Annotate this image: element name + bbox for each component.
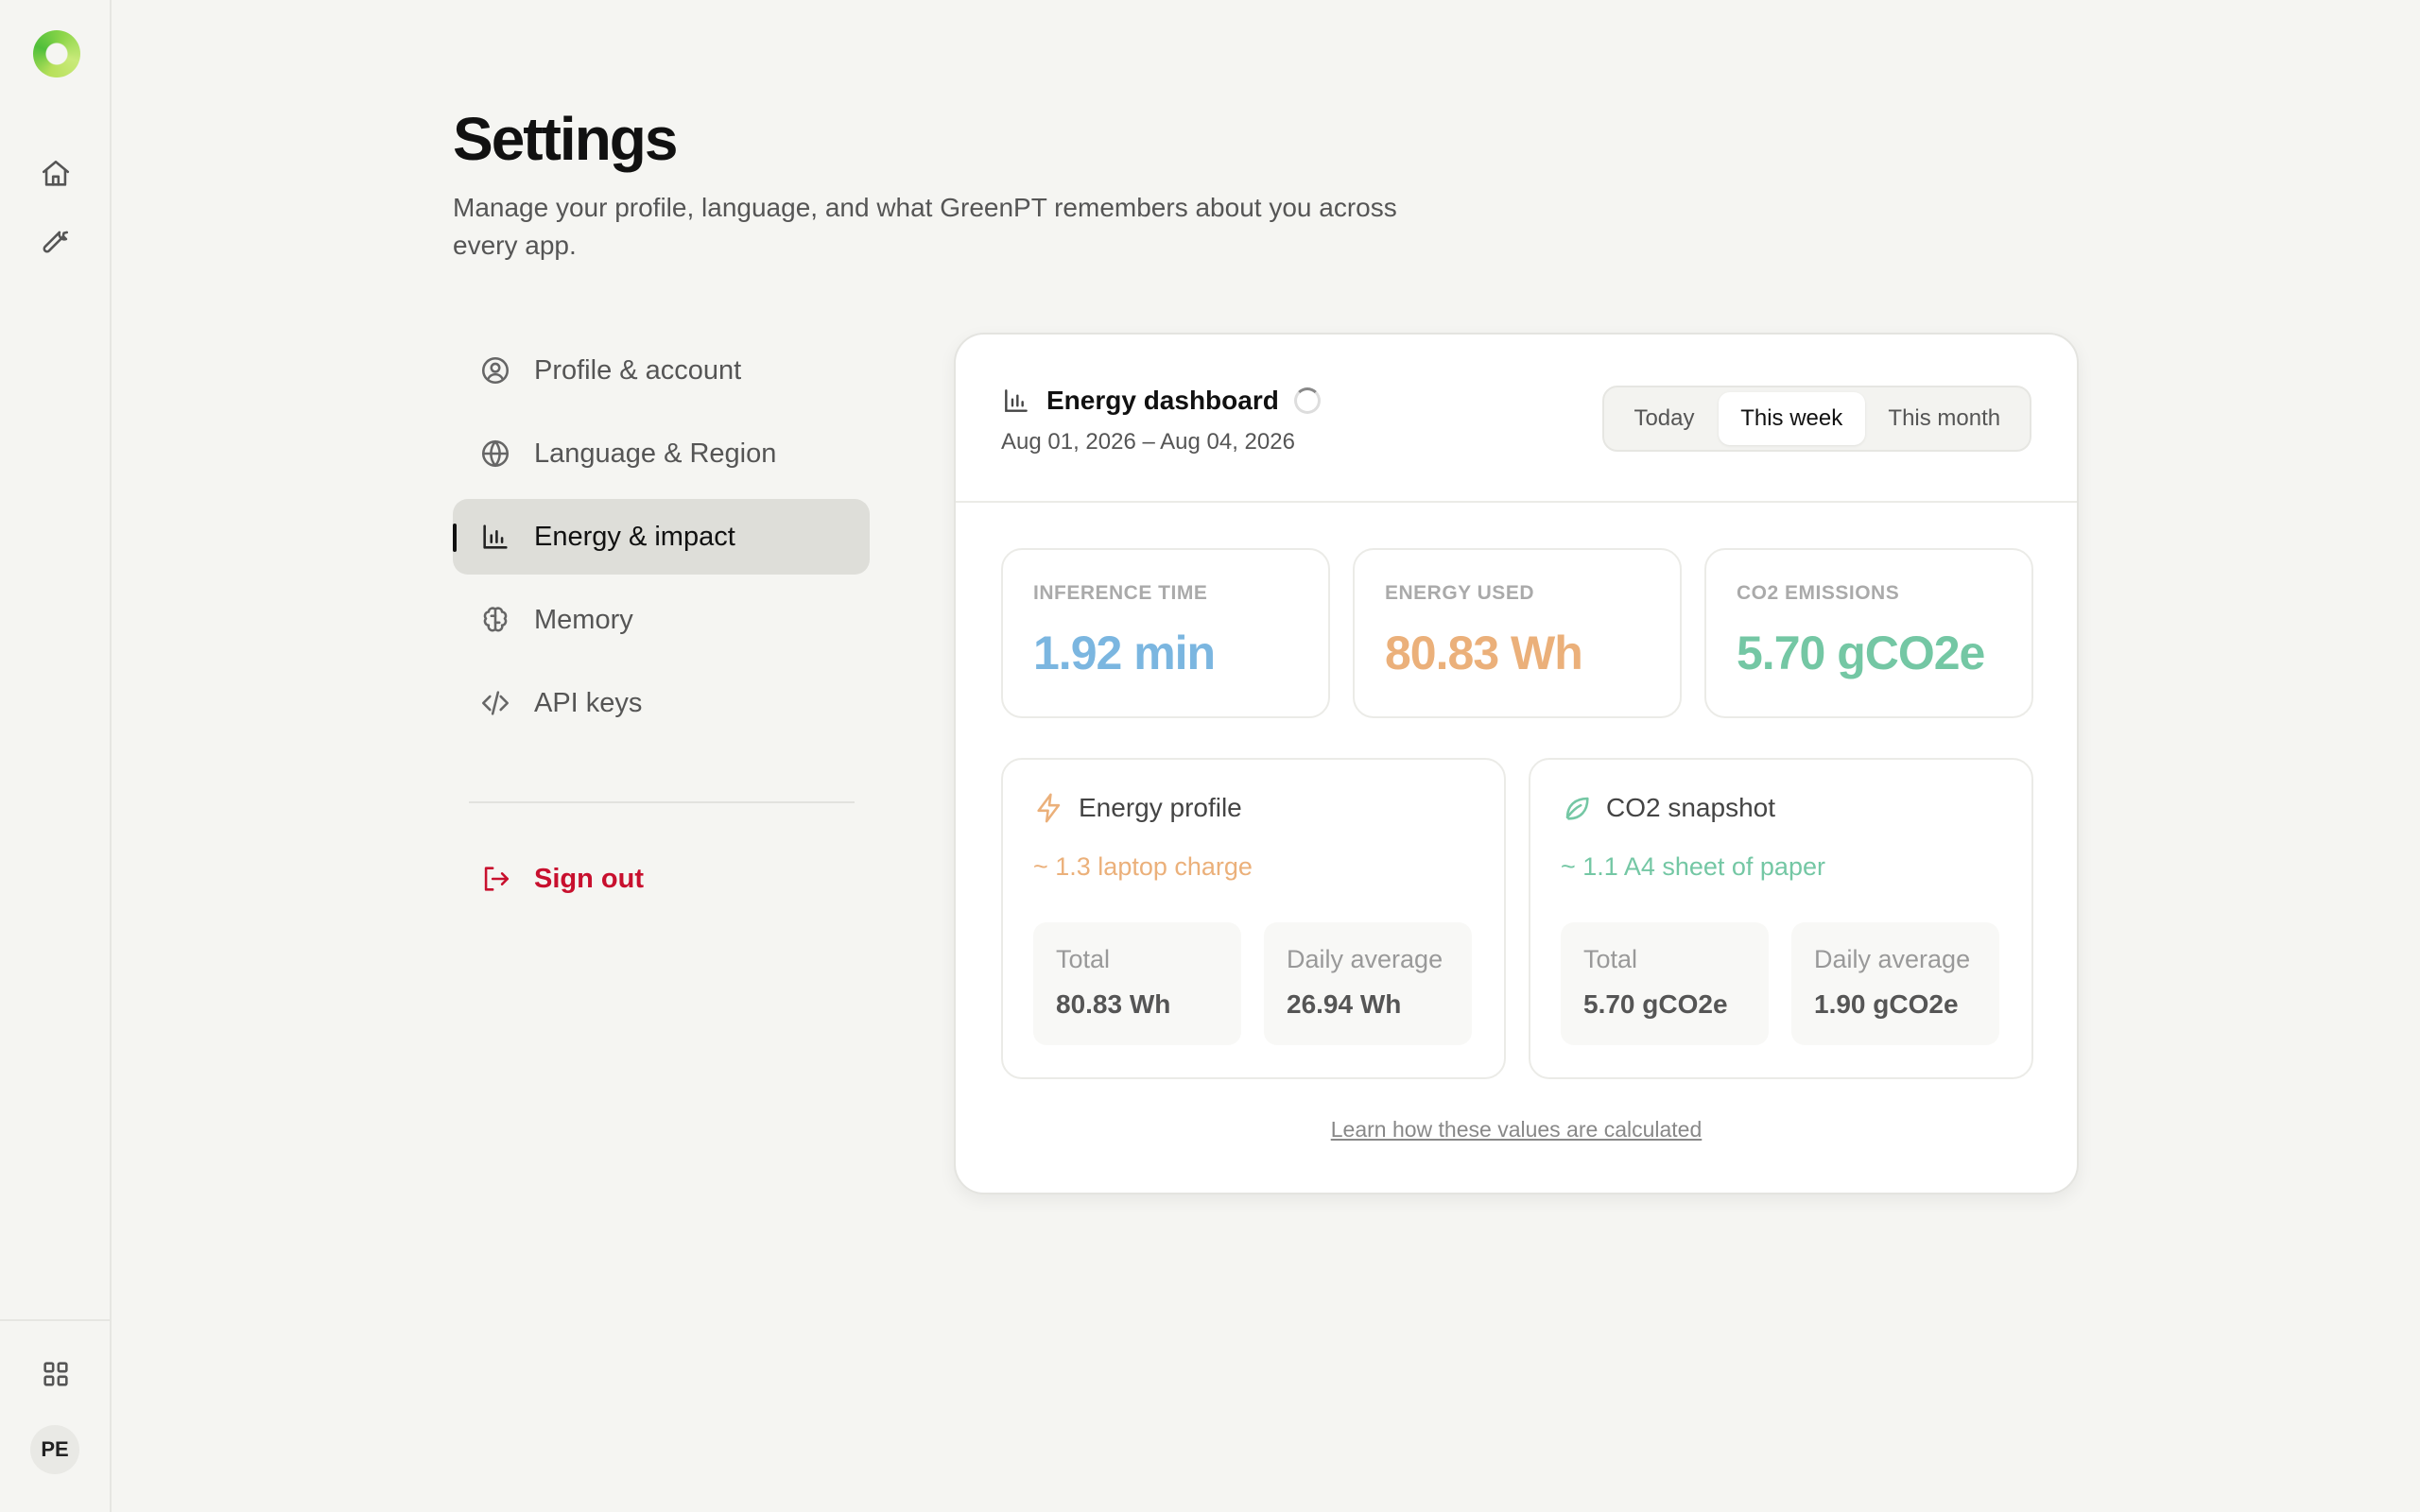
nav-item-label: API keys — [534, 687, 643, 718]
co2-total: Total 5.70 gCO2e — [1561, 922, 1769, 1045]
period-this-month-button[interactable]: This month — [1865, 392, 2024, 445]
co2-equivalent: ~ 1.1 A4 sheet of paper — [1561, 852, 1825, 881]
stat-label: CO2 EMISSIONS — [1737, 582, 1900, 604]
brain-icon — [483, 607, 508, 632]
stat-inference-time: INFERENCE TIME 1.92 min — [1001, 548, 1330, 718]
period-today-button[interactable]: Today — [1610, 392, 1719, 445]
nav-item-profile[interactable]: Profile & account — [453, 333, 870, 408]
stat-cards: INFERENCE TIME 1.92 min ENERGY USED 80.8… — [1001, 548, 2033, 718]
leaf-icon — [1565, 797, 1589, 820]
stat-energy-used: ENERGY USED 80.83 Wh — [1353, 548, 1682, 718]
globe-icon — [481, 439, 510, 468]
nav-item-label: Memory — [534, 604, 633, 635]
mini-value: 1.90 gCO2e — [1814, 989, 1959, 1019]
avatar[interactable]: PE — [30, 1425, 79, 1474]
wrench-icon[interactable] — [37, 221, 75, 259]
nav-item-energy[interactable]: Energy & impact — [453, 499, 870, 575]
period-this-week-button[interactable]: This week — [1718, 392, 1865, 445]
stat-label: ENERGY USED — [1385, 582, 1534, 604]
period-selector: Today This week This month — [1602, 386, 2031, 452]
bar-chart-icon — [483, 524, 508, 549]
date-range: Aug 01, 2026 – Aug 04, 2026 — [1001, 429, 1295, 455]
mini-label: Daily average — [1287, 945, 1443, 973]
mini-value: 26.94 Wh — [1287, 989, 1402, 1019]
energy-daily-average: Daily average 26.94 Wh — [1264, 922, 1472, 1045]
lightning-icon — [1037, 793, 1061, 823]
stat-label: INFERENCE TIME — [1033, 582, 1208, 604]
mini-value: 80.83 Wh — [1056, 989, 1171, 1019]
stat-value: 1.92 min — [1033, 627, 1216, 679]
stat-value: 80.83 Wh — [1385, 627, 1583, 679]
user-circle-icon — [481, 356, 510, 385]
apps-grid-icon[interactable] — [37, 1355, 75, 1393]
co2-snapshot-panel: CO2 snapshot ~ 1.1 A4 sheet of paper Tot… — [1529, 758, 2033, 1079]
mini-label: Daily average — [1814, 945, 1971, 973]
nav-item-api-keys[interactable]: API keys — [453, 665, 870, 741]
page-subtitle: Manage your profile, language, and what … — [453, 193, 1397, 260]
nav-item-label: Profile & account — [534, 354, 742, 386]
nav-divider — [469, 801, 855, 803]
sign-out-button[interactable]: Sign out — [453, 841, 870, 917]
co2-daily-average: Daily average 1.90 gCO2e — [1791, 922, 1999, 1045]
code-icon — [481, 691, 510, 715]
page-title: Settings — [453, 105, 678, 173]
sign-out-label: Sign out — [534, 863, 644, 894]
sign-out-icon — [484, 867, 510, 891]
app-rail: PE — [0, 0, 112, 1512]
settings-nav: Profile & account Language & Region Ener… — [453, 333, 870, 924]
nav-item-label: Energy & impact — [534, 521, 735, 552]
detail-panels: Energy profile ~ 1.3 laptop charge Total… — [1001, 758, 2033, 1079]
stat-value: 5.70 gCO2e — [1737, 627, 1985, 679]
nav-item-memory[interactable]: Memory — [453, 582, 870, 658]
nav-item-language[interactable]: Language & Region — [453, 416, 870, 491]
card-header: Energy dashboard Aug 01, 2026 – Aug 04, … — [956, 335, 2077, 503]
nav-item-label: Language & Region — [534, 438, 777, 469]
greenpt-logo[interactable] — [33, 30, 80, 77]
energy-equivalent: ~ 1.3 laptop charge — [1033, 852, 1253, 881]
energy-total: Total 80.83 Wh — [1033, 922, 1241, 1045]
home-icon[interactable] — [37, 155, 75, 193]
panel-title: Energy profile — [1079, 793, 1242, 822]
energy-profile-panel: Energy profile ~ 1.3 laptop charge Total… — [1001, 758, 1506, 1079]
panel-title: CO2 snapshot — [1606, 793, 1775, 822]
loading-spinner-icon — [1293, 387, 1321, 414]
stat-co2-emissions: CO2 EMISSIONS 5.70 gCO2e — [1704, 548, 2033, 718]
energy-dashboard-card: Energy dashboard Aug 01, 2026 – Aug 04, … — [954, 333, 2079, 1194]
mini-label: Total — [1583, 945, 1638, 973]
mini-label: Total — [1056, 945, 1111, 973]
rail-divider — [0, 1319, 110, 1321]
mini-value: 5.70 gCO2e — [1583, 989, 1728, 1019]
learn-more-link[interactable]: Learn how these values are calculated — [956, 1117, 2077, 1143]
bar-chart-icon — [1005, 389, 1028, 412]
dashboard-title: Energy dashboard — [1046, 386, 1279, 415]
